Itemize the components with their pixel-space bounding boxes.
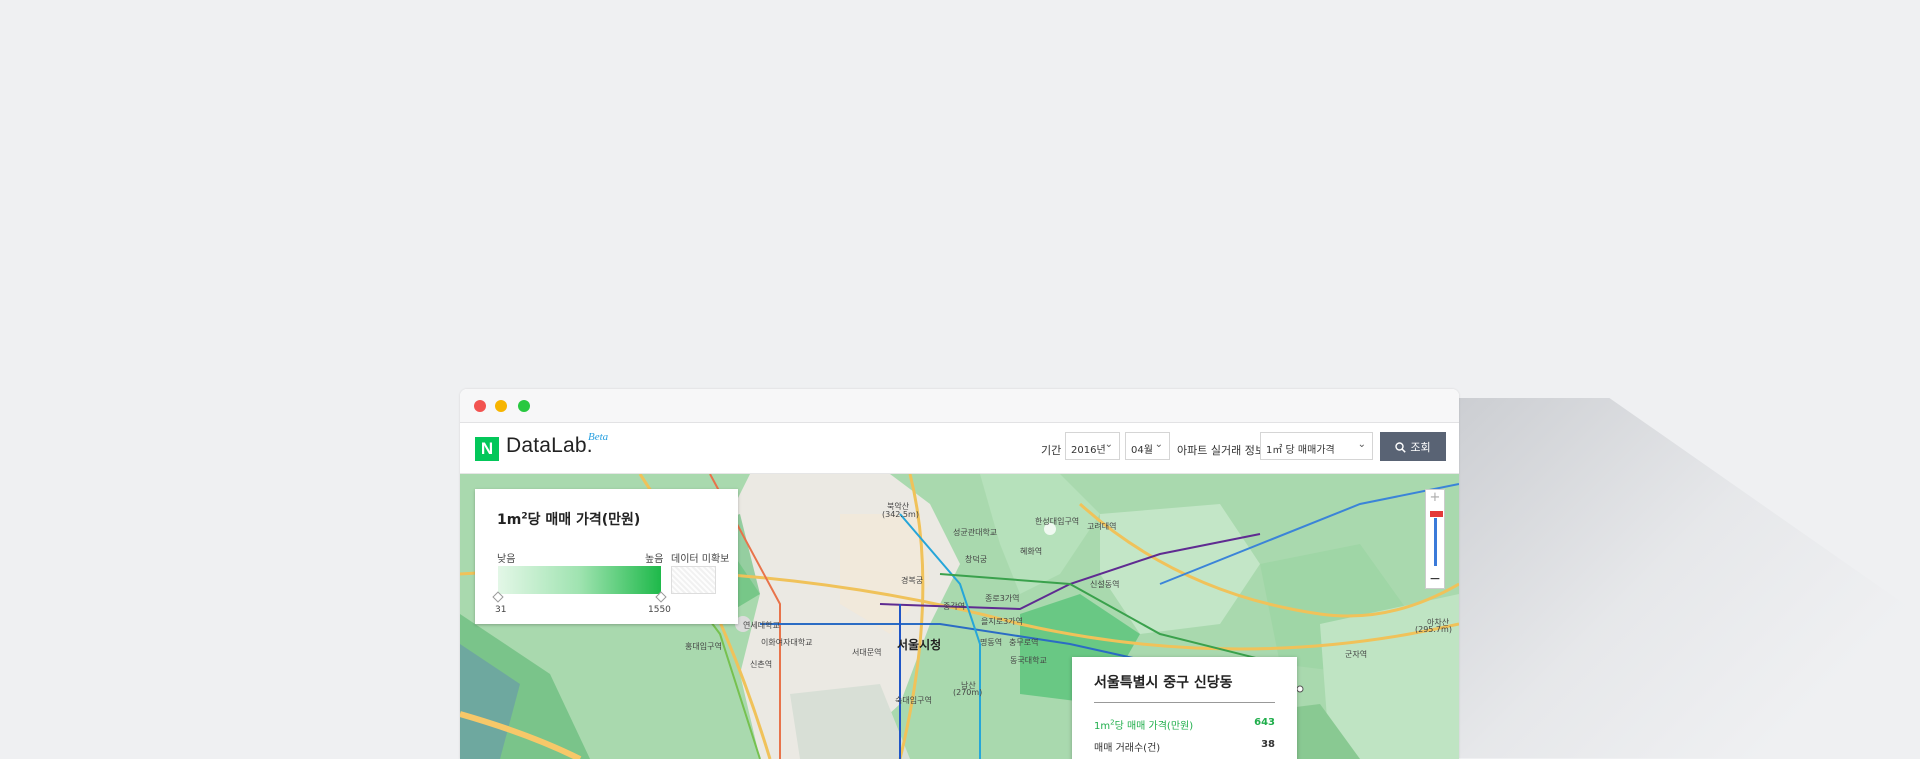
zoom-in-button[interactable]: + [1426, 490, 1444, 505]
window-drop-shadow [1459, 398, 1920, 758]
legend-gradient-bar [498, 566, 661, 594]
map-label-sinseol: 신설동역 [1090, 580, 1120, 589]
map-label-achasan-height: (295.7m) [1415, 625, 1452, 634]
map-label-namsan-height: (270m) [953, 688, 983, 697]
info-divider [1094, 702, 1275, 703]
metric-select[interactable]: 1㎡ 당 매매가격 ⌄ [1260, 432, 1373, 460]
map-label-gunja: 군자역 [1345, 650, 1368, 659]
search-button-label: 조회 [1410, 441, 1431, 454]
search-icon [1395, 442, 1407, 453]
chevron-down-icon: ⌄ [1357, 439, 1366, 450]
count-value: 38 [1261, 739, 1275, 750]
zoom-slider-track[interactable] [1434, 512, 1437, 566]
district-title: 서울특별시 중구 신당동 [1094, 675, 1233, 691]
zoom-control: + − [1425, 489, 1445, 589]
map-label-myeongdong: 명동역 [980, 638, 1003, 647]
map-label-sookmyung: 숙대입구역 [895, 696, 932, 705]
price-label: 1m2당 매매 가격(만원) [1094, 718, 1194, 732]
naver-logo-icon[interactable]: N [475, 437, 499, 461]
map-label-gyeongbokgung: 경복궁 [901, 576, 924, 585]
period-label: 기간 [1041, 444, 1062, 457]
map-label-bugaksan-height: (342.5m) [882, 510, 919, 519]
price-value: 643 [1254, 717, 1275, 728]
price-legend: 1m2당 매매 가격(만원) 낮음 높음 데이터 미확보 31 1550 [475, 489, 738, 624]
close-window-button[interactable] [474, 400, 486, 412]
browser-window: N DataLab. Beta 기간 2016년 ⌄ 04월 ⌄ 아파트 실거래… [460, 389, 1459, 759]
month-select-value: 04월 [1131, 445, 1153, 456]
map-label-hyehwa: 혜화역 [1020, 547, 1043, 556]
chevron-down-icon: ⌄ [1154, 439, 1163, 450]
legend-low-label: 낮음 [497, 554, 516, 565]
zoom-slider-handle[interactable] [1429, 510, 1444, 518]
legend-min-value: 31 [495, 605, 507, 615]
map-view[interactable]: 서울시청 북악산 (342.5m) 성균관대학교 창덕궁 경복궁 혜화역 한성대… [460, 474, 1459, 759]
map-label-sinchon: 신촌역 [750, 660, 773, 669]
district-info-panel: 서울특별시 중구 신당동 1m2당 매매 가격(만원) 643 매매 거래수(건… [1072, 657, 1297, 759]
count-label: 매매 거래수(건) [1094, 743, 1161, 754]
beta-badge: Beta [588, 431, 609, 443]
map-label-city-hall: 서울시청 [897, 638, 942, 652]
map-label-hongdae: 홍대입구역 [685, 642, 722, 651]
legend-nodata-swatch [671, 566, 716, 594]
map-label-sungkyunkwan: 성균관대학교 [953, 528, 998, 537]
chevron-down-icon: ⌄ [1104, 439, 1113, 450]
zoom-out-button[interactable]: − [1426, 571, 1444, 587]
search-button[interactable]: 조회 [1380, 432, 1446, 461]
map-label-dongguk: 동국대학교 [1010, 656, 1047, 665]
map-label-changdeokgung: 창덕궁 [965, 555, 988, 564]
legend-high-label: 높음 [645, 554, 664, 565]
map-label-hansung: 한성대입구역 [1035, 517, 1080, 526]
legend-title: 1m2당 매매 가격(만원) [497, 511, 641, 528]
map-label-jongno3ga: 종로3가역 [985, 594, 1020, 603]
map-label-seodaemun: 서대문역 [852, 648, 882, 657]
map-label-chungmuro: 충무로역 [1009, 638, 1039, 647]
map-label-korea-univ: 고려대역 [1087, 522, 1117, 531]
window-titlebar [460, 389, 1459, 423]
month-select[interactable]: 04월 ⌄ [1125, 432, 1170, 460]
info-type-label: 아파트 실거래 정보 [1177, 444, 1265, 457]
app-title[interactable]: DataLab. [506, 434, 593, 458]
map-label-euljiro3ga: 을지로3가역 [981, 617, 1023, 626]
legend-max-value: 1550 [648, 605, 671, 615]
map-label-ewha: 이화여자대학교 [761, 638, 813, 647]
year-select-value: 2016년 [1071, 445, 1106, 456]
app-header: N DataLab. Beta 기간 2016년 ⌄ 04월 ⌄ 아파트 실거래… [460, 423, 1459, 474]
metric-select-value: 1㎡ 당 매매가격 [1266, 445, 1335, 456]
maximize-window-button[interactable] [518, 400, 530, 412]
minimize-window-button[interactable] [495, 400, 507, 412]
map-label-yonsei: 연세대학교 [743, 621, 780, 630]
year-select[interactable]: 2016년 ⌄ [1065, 432, 1120, 460]
map-label-jonggak: 종각역 [943, 602, 966, 611]
legend-nodata-label: 데이터 미확보 [671, 554, 730, 565]
